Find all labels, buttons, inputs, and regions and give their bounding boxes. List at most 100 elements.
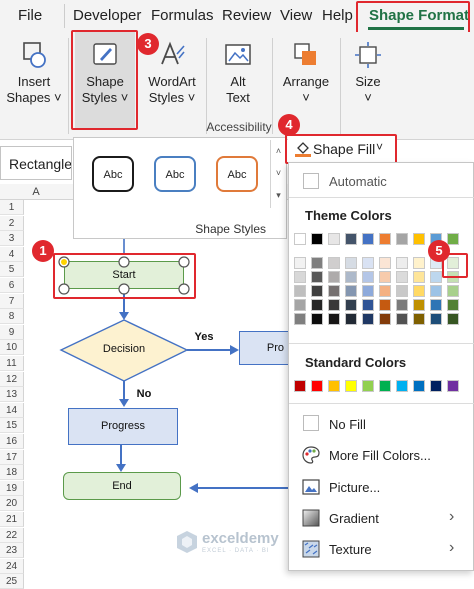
picture-label: Picture... xyxy=(329,480,381,495)
theme-shade-swatch[interactable] xyxy=(379,257,391,269)
row-header[interactable]: 25 xyxy=(0,574,24,589)
theme-shade-swatch[interactable] xyxy=(328,271,340,283)
standard-color-swatch[interactable] xyxy=(328,380,340,392)
theme-shade-swatch[interactable] xyxy=(328,299,340,311)
theme-color-swatch[interactable] xyxy=(345,233,357,245)
theme-shade-swatch[interactable] xyxy=(413,285,425,297)
picture-icon xyxy=(302,479,320,495)
theme-shade-swatch[interactable] xyxy=(362,313,374,325)
no-fill-label: No Fill xyxy=(329,417,366,432)
theme-shade-swatch[interactable] xyxy=(430,285,442,297)
theme-shade-swatch[interactable] xyxy=(311,299,323,311)
theme-colors-heading: Theme Colors xyxy=(305,208,392,223)
standard-color-swatch[interactable] xyxy=(362,380,374,392)
callout-badge-5: 5 xyxy=(428,240,450,262)
theme-shade-swatch[interactable] xyxy=(430,299,442,311)
theme-shade-swatch[interactable] xyxy=(430,313,442,325)
yes-label: Yes xyxy=(194,331,214,343)
theme-shade-swatch[interactable] xyxy=(328,257,340,269)
standard-color-swatch[interactable] xyxy=(345,380,357,392)
theme-shade-swatch[interactable] xyxy=(379,271,391,283)
watermark-name: exceldemy xyxy=(202,530,279,547)
standard-color-swatch[interactable] xyxy=(447,380,459,392)
menu-divider xyxy=(289,403,474,404)
standard-color-swatch[interactable] xyxy=(396,380,408,392)
theme-color-swatch[interactable] xyxy=(379,233,391,245)
theme-shade-swatch[interactable] xyxy=(396,313,408,325)
theme-shade-swatch[interactable] xyxy=(345,299,357,311)
standard-color-swatch[interactable] xyxy=(379,380,391,392)
theme-color-swatch[interactable] xyxy=(362,233,374,245)
watermark-tagline: EXCEL · DATA · BI xyxy=(202,548,270,554)
texture-label: Texture xyxy=(329,542,372,557)
theme-shade-swatch[interactable] xyxy=(311,257,323,269)
callout-badge-1: 1 xyxy=(32,240,54,262)
menu-divider xyxy=(289,197,474,198)
theme-shade-swatch[interactable] xyxy=(362,299,374,311)
theme-shade-swatch[interactable] xyxy=(294,271,306,283)
theme-shade-swatch[interactable] xyxy=(362,257,374,269)
theme-shade-swatch[interactable] xyxy=(345,257,357,269)
theme-shade-swatch[interactable] xyxy=(396,285,408,297)
theme-shade-swatch[interactable] xyxy=(447,299,459,311)
theme-color-swatch[interactable] xyxy=(294,233,306,245)
chevron-right-icon: › xyxy=(449,539,455,556)
theme-shade-swatch[interactable] xyxy=(311,313,323,325)
standard-color-swatch[interactable] xyxy=(294,380,306,392)
theme-shade-swatch[interactable] xyxy=(413,299,425,311)
theme-shade-swatch[interactable] xyxy=(311,271,323,283)
theme-shade-swatch[interactable] xyxy=(447,313,459,325)
callout-badge-4: 4 xyxy=(278,114,300,136)
theme-shade-swatch[interactable] xyxy=(396,257,408,269)
theme-shade-swatch[interactable] xyxy=(379,313,391,325)
theme-shade-swatch[interactable] xyxy=(362,285,374,297)
theme-shade-swatch[interactable] xyxy=(328,313,340,325)
theme-shade-swatch[interactable] xyxy=(328,285,340,297)
flowchart-progress-right[interactable]: Pro xyxy=(239,331,289,365)
theme-shade-swatch[interactable] xyxy=(294,299,306,311)
no-fill-swatch xyxy=(303,415,319,431)
texture-icon xyxy=(302,540,320,558)
standard-color-swatch[interactable] xyxy=(413,380,425,392)
theme-shade-swatch[interactable] xyxy=(311,285,323,297)
callout-box-shape-fill xyxy=(285,134,397,164)
callout-box-start-shape xyxy=(53,253,196,299)
theme-shade-swatch[interactable] xyxy=(379,299,391,311)
theme-color-swatch[interactable] xyxy=(396,233,408,245)
chevron-right-icon: › xyxy=(449,508,455,525)
theme-shade-swatch[interactable] xyxy=(447,285,459,297)
menu-divider xyxy=(289,343,474,344)
theme-color-swatch[interactable] xyxy=(328,233,340,245)
theme-shade-swatch[interactable] xyxy=(413,271,425,283)
theme-shade-swatch[interactable] xyxy=(362,271,374,283)
menu-texture[interactable]: Texture › xyxy=(289,537,474,561)
theme-shade-swatch[interactable] xyxy=(345,313,357,325)
menu-picture[interactable]: Picture... xyxy=(289,475,474,499)
theme-shade-swatch[interactable] xyxy=(413,257,425,269)
theme-shade-swatch[interactable] xyxy=(396,271,408,283)
theme-shade-swatch[interactable] xyxy=(430,271,442,283)
theme-shade-swatch[interactable] xyxy=(345,271,357,283)
standard-colors-heading: Standard Colors xyxy=(305,355,407,370)
menu-more-fill-colors[interactable]: More Fill Colors... xyxy=(289,443,474,467)
flowchart-progress[interactable]: Progress xyxy=(68,408,178,445)
theme-color-swatch[interactable] xyxy=(311,233,323,245)
theme-shade-swatch[interactable] xyxy=(379,285,391,297)
standard-color-swatch[interactable] xyxy=(311,380,323,392)
theme-shade-swatch[interactable] xyxy=(345,285,357,297)
theme-color-swatch[interactable] xyxy=(413,233,425,245)
menu-automatic[interactable]: Automatic xyxy=(289,171,474,191)
automatic-label: Automatic xyxy=(329,174,387,189)
standard-color-swatch[interactable] xyxy=(430,380,442,392)
theme-shade-swatch[interactable] xyxy=(294,313,306,325)
theme-color-swatch[interactable] xyxy=(447,233,459,245)
decision-label: Decision xyxy=(102,343,146,355)
theme-shade-swatch[interactable] xyxy=(413,313,425,325)
menu-gradient[interactable]: Gradient › xyxy=(289,506,474,530)
theme-shade-swatch[interactable] xyxy=(294,285,306,297)
theme-shade-swatch[interactable] xyxy=(294,257,306,269)
flowchart-end[interactable]: End xyxy=(63,472,181,500)
automatic-swatch xyxy=(303,173,319,189)
theme-shade-swatch[interactable] xyxy=(396,299,408,311)
menu-no-fill[interactable]: No Fill xyxy=(289,413,474,435)
